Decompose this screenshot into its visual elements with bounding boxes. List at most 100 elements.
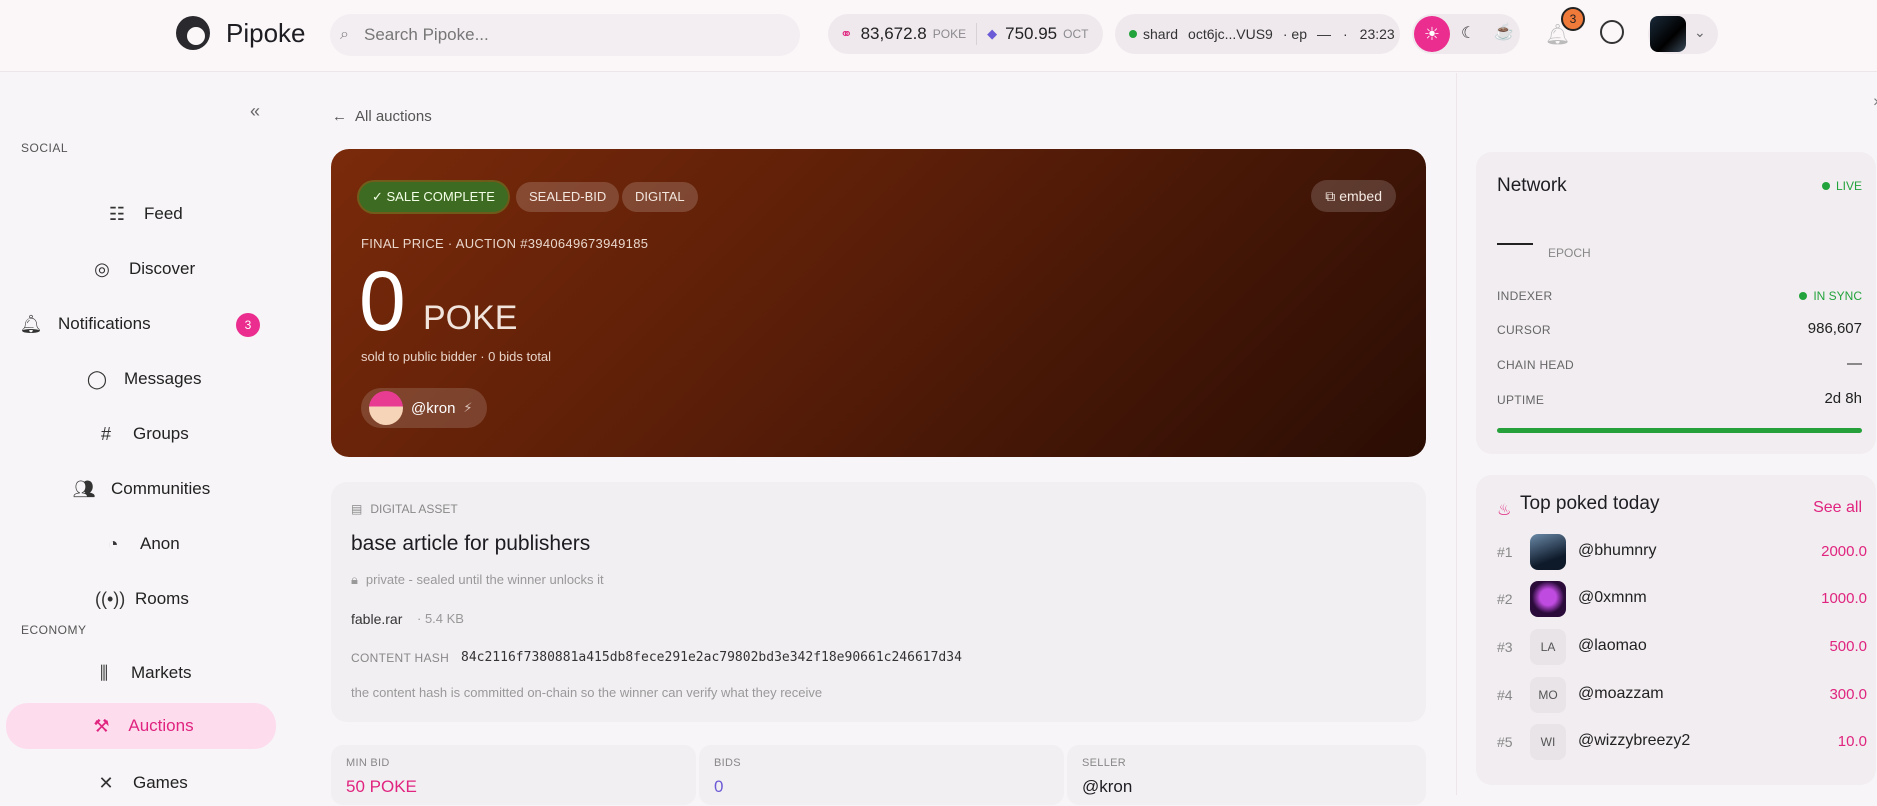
sidebar-item-games[interactable]: ✕ Games — [93, 760, 188, 806]
sidebar-item-auctions[interactable]: ⚒ Auctions — [6, 703, 276, 749]
back-to-auctions-link[interactable]: ← All auctions — [332, 108, 432, 125]
auction-type-badge: SEALED-BID — [516, 182, 620, 212]
sidebar-item-label: Anon — [140, 534, 180, 553]
asset-type-text: DIGITAL ASSET — [370, 502, 458, 516]
shard-online-icon — [1129, 30, 1137, 38]
network-card: Network LIVE EPOCH INDEXER IN SYNC CURSO… — [1476, 152, 1876, 454]
live-indicator: LIVE — [1821, 179, 1862, 193]
messages-bubble-icon[interactable] — [1600, 20, 1624, 44]
uptime-value: 2d 8h — [1824, 390, 1862, 407]
dark-theme-moon-icon[interactable]: ☾ — [1461, 23, 1475, 43]
asset-kind-badge: DIGITAL — [622, 182, 698, 212]
sidebar-item-label: Notifications — [58, 314, 151, 333]
search-icon: ⌕ — [340, 26, 349, 43]
avatar — [1530, 534, 1566, 570]
compass-icon: ◎ — [94, 258, 110, 279]
top-bar: Pipoke ⌕ ⚭ 83,672.8 POKE ◆ 750.95 OCT sh… — [0, 0, 1877, 72]
wallet-balances[interactable]: ⚭ 83,672.8 POKE ◆ 750.95 OCT — [828, 14, 1103, 54]
light-theme-sun-icon[interactable]: ☀ — [1414, 16, 1450, 52]
sidebar-item-feed[interactable]: ☷ Feed — [104, 191, 183, 237]
bids-stat: BIDS 0 — [699, 745, 1064, 805]
sidebar-item-notifications[interactable]: 🔔︎ Notifications — [18, 301, 151, 347]
handle: @wizzybreezy2 — [1578, 732, 1691, 749]
seller-value[interactable]: @kron — [1082, 777, 1132, 797]
sidebar-item-label: Feed — [144, 204, 183, 223]
sidebar-item-messages[interactable]: ◯ Messages — [84, 356, 202, 402]
status-badge: ✓ SALE COMPLETE — [359, 182, 508, 212]
ep-label: · ep — [1282, 26, 1307, 42]
sidebar-item-label: Games — [133, 773, 188, 792]
sidebar: « SOCIAL ☷ Feed ◎ Discover 🔔︎ Notificati… — [0, 73, 280, 795]
arrow-left-icon: ← — [332, 108, 347, 125]
sidebar-item-discover[interactable]: ◎ Discover — [89, 246, 195, 292]
balance-divider — [976, 23, 978, 45]
embed-label: embed — [1339, 188, 1382, 204]
content-hash-note: the content hash is committed on-chain s… — [351, 685, 823, 700]
poke-balance: 83,672.8 — [860, 24, 927, 43]
poke-coin-icon: ⚭ — [840, 26, 853, 43]
search-input[interactable] — [364, 14, 784, 56]
shard-label: shard — [1143, 26, 1179, 42]
rank: #1 — [1497, 544, 1513, 560]
pipoke-logo-icon[interactable] — [176, 16, 210, 50]
final-price-unit: POKE — [423, 299, 518, 337]
sidebar-item-communities[interactable]: 👥︎ Communities — [71, 466, 211, 512]
seller-stat: SELLER @kron — [1067, 745, 1426, 805]
list-item[interactable]: #2 @0xmnm 1000.0 — [1497, 579, 1867, 619]
sidebar-item-rooms[interactable]: ((•)) Rooms — [95, 576, 189, 622]
chat-bubble-icon: ◯ — [86, 368, 108, 389]
sidebar-item-groups[interactable]: # Groups — [93, 411, 189, 457]
brand-name[interactable]: Pipoke — [226, 18, 306, 49]
epoch-value-dash — [1497, 243, 1533, 245]
bids-label: BIDS — [714, 757, 741, 769]
embed-button[interactable]: ⧉ embed — [1311, 180, 1396, 212]
collapse-sidebar-icon[interactable]: « — [250, 101, 260, 122]
close-icon[interactable]: × — [1873, 94, 1877, 112]
gavel-icon: ⚒ — [93, 715, 110, 736]
sidebar-item-anon[interactable]: ◔ Anon — [100, 521, 180, 567]
asset-privacy-note: 🔒︎ private - sealed until the winner unlo… — [351, 572, 604, 588]
sidebar-item-label: Messages — [124, 369, 202, 388]
sidebar-item-markets[interactable]: ⫼ Markets — [91, 650, 192, 696]
indexer-status-text: IN SYNC — [1813, 289, 1862, 303]
feed-icon: ☷ — [108, 203, 126, 224]
rank: #5 — [1497, 734, 1513, 750]
section-label-economy: ECONOMY — [21, 623, 87, 637]
rank: #4 — [1497, 687, 1513, 703]
shard-status[interactable]: shard oct6jc...VUS9 · ep — · 23:23 — [1115, 14, 1400, 54]
shard-clock: 23:23 — [1359, 26, 1395, 42]
cozy-theme-cup-icon[interactable]: ☕ — [1494, 22, 1514, 42]
list-item[interactable]: #4 MO @moazzam 300.0 — [1497, 675, 1867, 715]
section-label-social: SOCIAL — [21, 141, 69, 155]
account-menu[interactable]: ⌄ — [1648, 14, 1718, 54]
poke-value: 2000.0 — [1821, 543, 1867, 560]
min-bid-stat: MIN BID 50 POKE — [331, 745, 696, 805]
poke-value: 10.0 — [1837, 733, 1867, 750]
indexer-label: INDEXER — [1497, 289, 1553, 303]
games-icon: ✕ — [98, 772, 114, 793]
top-poked-title: Top poked today — [1520, 493, 1660, 514]
see-all-link[interactable]: See all — [1813, 499, 1862, 517]
list-item[interactable]: #5 WI @wizzybreezy2 10.0 — [1497, 722, 1867, 762]
seller-label: SELLER — [1082, 757, 1126, 769]
seller-chip[interactable]: @kron ⚡︎ — [361, 388, 487, 428]
search-bar[interactable]: ⌕ — [330, 14, 800, 56]
handle: @bhumnry — [1578, 542, 1657, 559]
list-item[interactable]: #1 @bhumnry 2000.0 — [1497, 532, 1867, 572]
handle: @moazzam — [1578, 685, 1664, 702]
oct-coin-icon: ◆ — [987, 26, 998, 41]
avatar — [1650, 16, 1686, 52]
lock-icon: 🔒︎ — [351, 572, 358, 587]
document-icon: ▤ — [351, 502, 363, 516]
chain-head-value: — — [1847, 355, 1862, 372]
list-item[interactable]: #3 LA @laomao 500.0 — [1497, 627, 1867, 667]
back-label: All auctions — [355, 108, 432, 125]
indexer-status: IN SYNC — [1799, 289, 1862, 303]
sale-summary: sold to public bidder · 0 bids total — [361, 349, 552, 364]
uptime-label: UPTIME — [1497, 393, 1545, 407]
final-price-value: 0 — [359, 254, 406, 348]
content-hash-label: CONTENT HASH — [351, 651, 450, 665]
theme-switcher: ☀ ☾ ☕ — [1412, 14, 1520, 54]
network-title: Network — [1497, 175, 1567, 196]
cursor-label: CURSOR — [1497, 323, 1551, 337]
